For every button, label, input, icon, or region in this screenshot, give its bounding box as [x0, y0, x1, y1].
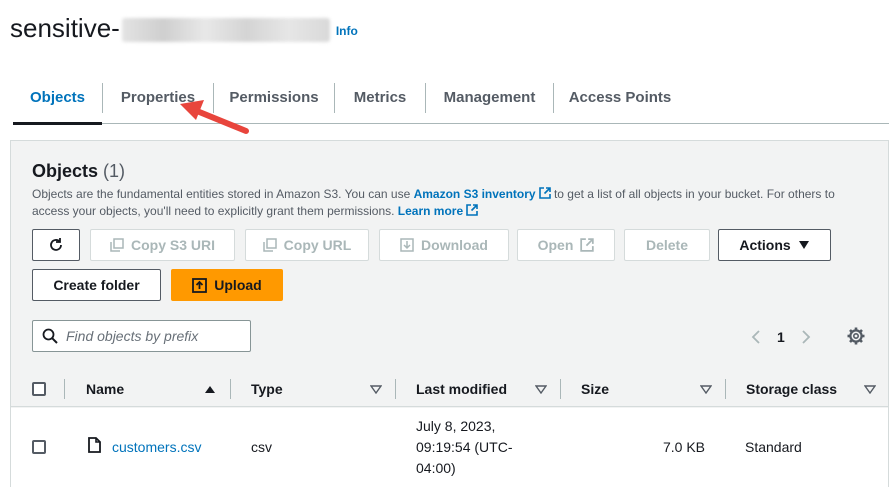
bucket-tabs: Objects Properties Permissions Metrics M…	[13, 72, 889, 125]
column-divider	[560, 379, 561, 399]
object-type: csv	[251, 439, 272, 455]
sort-icon[interactable]	[700, 385, 712, 394]
bucket-title: sensitive- Info	[10, 10, 358, 46]
object-storage-class: Standard	[745, 439, 802, 455]
sort-icon[interactable]	[370, 385, 382, 394]
objects-panel: Objects (1) Objects are the fundamental …	[10, 140, 889, 487]
description-text-1: Objects are the fundamental entities sto…	[32, 187, 414, 201]
chevron-left-icon[interactable]	[751, 329, 761, 345]
bucket-name: sensitive-	[10, 12, 120, 43]
copy-s3-uri-button[interactable]: Copy S3 URI	[90, 229, 235, 261]
column-divider	[230, 379, 231, 399]
last-modified-line: July 8, 2023,	[416, 418, 496, 434]
column-header-name[interactable]: Name	[86, 371, 124, 407]
row-checkbox[interactable]	[32, 440, 46, 454]
table-row: customers.csv csv July 8, 2023, 09:19:54…	[11, 408, 888, 487]
info-link[interactable]: Info	[336, 24, 358, 38]
copy-url-label: Copy URL	[283, 237, 352, 253]
open-label: Open	[537, 237, 574, 253]
tab-objects[interactable]: Objects	[13, 72, 102, 125]
actions-dropdown[interactable]: Actions	[718, 229, 831, 261]
create-folder-label: Create folder	[53, 277, 140, 293]
delete-button[interactable]: Delete	[624, 229, 710, 261]
tab-access-points[interactable]: Access Points	[554, 72, 686, 123]
inventory-link-label: Amazon S3 inventory	[413, 187, 536, 201]
object-name-link[interactable]: customers.csv	[112, 439, 201, 455]
upload-button[interactable]: Upload	[171, 269, 283, 301]
column-header-last-modified[interactable]: Last modified	[416, 371, 507, 407]
refresh-icon	[50, 238, 62, 251]
pagination: 1	[751, 325, 811, 349]
actions-label: Actions	[739, 237, 791, 253]
annotation-arrow-icon	[180, 100, 249, 134]
column-header-type[interactable]: Type	[251, 371, 283, 407]
tab-management[interactable]: Management	[426, 72, 553, 123]
open-button[interactable]: Open	[517, 229, 615, 261]
object-size: 7.0 KB	[662, 439, 705, 455]
sort-icon[interactable]	[535, 385, 547, 394]
column-header-size[interactable]: Size	[581, 371, 609, 407]
download-button[interactable]: Download	[379, 229, 509, 261]
tab-metrics[interactable]: Metrics	[335, 72, 425, 123]
column-divider	[64, 379, 65, 399]
upload-label: Upload	[214, 277, 262, 293]
sort-ascending-icon[interactable]	[204, 385, 216, 394]
learn-more-label: Learn more	[397, 204, 464, 218]
learn-more-link[interactable]: Learn more	[398, 204, 478, 218]
sort-icon[interactable]	[864, 385, 876, 394]
external-link-icon	[580, 238, 595, 252]
upload-icon	[192, 277, 208, 293]
copy-icon	[262, 238, 277, 252]
panel-description: Objects are the fundamental entities sto…	[32, 186, 872, 220]
panel-title-text: Objects	[32, 161, 99, 181]
inventory-link[interactable]: Amazon S3 inventory	[414, 187, 551, 201]
copy-s3-uri-label: Copy S3 URI	[130, 237, 215, 253]
last-modified-line: 04:00)	[416, 460, 456, 476]
copy-icon	[110, 238, 124, 252]
select-all-checkbox[interactable]	[32, 382, 46, 396]
search-icon	[42, 328, 58, 344]
panel-title: Objects (1)	[32, 161, 125, 182]
refresh-button[interactable]	[32, 229, 80, 261]
download-icon	[400, 238, 414, 252]
object-last-modified: July 8, 2023, 09:19:54 (UTC- 04:00)	[416, 416, 512, 479]
table-header: Name Type Last modified Size Storage cla…	[11, 371, 888, 407]
redacted-bucket-suffix	[121, 18, 330, 42]
column-divider	[725, 379, 726, 399]
delete-label: Delete	[645, 237, 689, 253]
create-folder-button[interactable]: Create folder	[32, 269, 161, 301]
column-header-storage-class[interactable]: Storage class	[746, 371, 837, 407]
last-modified-line: 09:19:54 (UTC-	[416, 439, 513, 455]
copy-url-button[interactable]: Copy URL	[245, 229, 369, 261]
file-icon	[88, 437, 101, 453]
caret-down-icon	[798, 241, 809, 249]
current-page[interactable]: 1	[777, 329, 785, 345]
gear-icon[interactable]	[847, 327, 865, 345]
external-link-icon	[466, 204, 478, 216]
search-box[interactable]	[32, 320, 251, 352]
search-input[interactable]	[66, 328, 236, 344]
chevron-right-icon[interactable]	[801, 329, 811, 345]
external-link-icon	[538, 187, 551, 199]
download-label: Download	[421, 237, 488, 253]
object-count: (1)	[103, 161, 126, 181]
column-divider	[395, 379, 396, 399]
